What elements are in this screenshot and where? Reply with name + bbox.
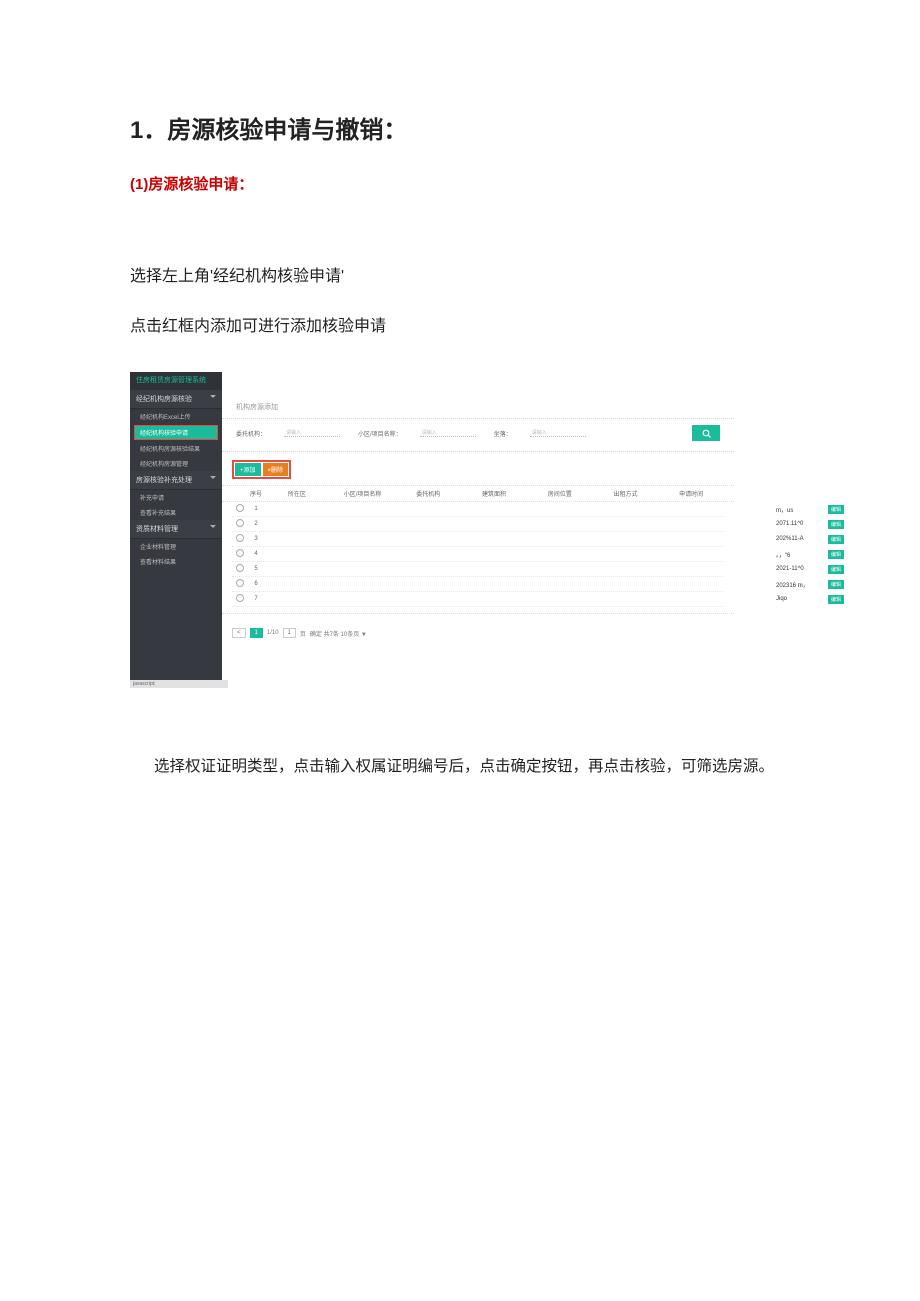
table-row: 1m，us编辑	[232, 502, 724, 517]
row-edit-button[interactable]: 编辑	[828, 595, 844, 604]
instruction-3: 选择权证证明类型，点击输入权属证明编号后，点击确定按钮，再点击核验，可筛选房源。	[130, 754, 800, 776]
chevron-down-icon	[210, 525, 216, 528]
row-edit-button[interactable]: 编辑	[828, 580, 844, 589]
sidebar-group-1[interactable]: 经纪机构房源核验	[130, 390, 222, 409]
sidebar-group-3[interactable]: 资质材料管理	[130, 520, 222, 539]
row-index: 3	[248, 536, 264, 542]
row-edit-button[interactable]: 编辑	[828, 565, 844, 574]
col-area: 建筑面积	[461, 489, 527, 498]
pager-jump: 1/10	[267, 630, 279, 636]
row-checkbox[interactable]	[232, 534, 248, 544]
col-index: 序号	[248, 489, 264, 498]
table-row: 7Jiqo编辑	[232, 592, 724, 607]
app-brand: 住房租赁房源管理系统	[130, 372, 222, 390]
sidebar: 住房租赁房源管理系统 经纪机构房源核验 经纪机构Excel上传 经纪机构核验申请…	[130, 372, 222, 688]
row-checkbox[interactable]	[232, 549, 248, 559]
table-row: 52021-11^0编辑	[232, 562, 724, 577]
sidebar-item-verify-result[interactable]: 经纪机构房源核验结果	[130, 441, 222, 456]
filter-label-address: 坐落：	[494, 429, 512, 438]
table-header: 序号 所在区 小区/项目名称 委托机构 建筑面积 房间位置 出租方式 申请时间	[222, 485, 734, 502]
chevron-down-icon	[210, 395, 216, 398]
sidebar-item-material-result[interactable]: 查看材料结果	[130, 554, 222, 569]
filter-bar: 委托机构： 请输入 小区/项目名称： 请输入 坐落： 请输入	[222, 418, 734, 452]
delete-button[interactable]: ×删除	[263, 463, 289, 476]
row-edit-button[interactable]: 编辑	[828, 535, 844, 544]
sidebar-item-corp-material[interactable]: 企业材料管理	[130, 539, 222, 554]
table-row: 22071.11^0编辑	[232, 517, 724, 532]
highlight-box: +添加 ×删除	[232, 460, 291, 479]
row-time: m，us	[776, 505, 822, 514]
table-row: 4。，“6编辑	[232, 547, 724, 562]
add-button[interactable]: +添加	[235, 463, 261, 476]
row-time: 202316 m，	[776, 580, 822, 589]
col-org: 委托机构	[395, 489, 461, 498]
sidebar-item-house-manage[interactable]: 经纪机构房源管理	[130, 456, 222, 471]
row-time: 202%11-A	[776, 536, 822, 542]
filter-label-org: 委托机构：	[236, 429, 266, 438]
sidebar-group-3-label: 资质材料管理	[136, 526, 178, 533]
row-index: 7	[248, 596, 264, 602]
chevron-down-icon	[210, 476, 216, 479]
filter-input-org[interactable]: 请输入	[284, 429, 340, 437]
row-checkbox[interactable]	[232, 594, 248, 604]
row-time: Jiqo	[776, 596, 822, 602]
sidebar-item-excel-upload[interactable]: 经纪机构Excel上传	[130, 409, 222, 424]
col-checkbox	[232, 489, 248, 498]
app-screenshot: 住房租赁房源管理系统 经纪机构房源核验 经纪机构Excel上传 经纪机构核验申请…	[130, 372, 734, 688]
row-index: 6	[248, 581, 264, 587]
pager-prev[interactable]: <	[232, 628, 246, 638]
table-body: 1m，us编辑22071.11^0编辑3202%11-A编辑4。，“6编辑520…	[222, 502, 734, 607]
search-button[interactable]	[692, 425, 720, 441]
page-heading: 1．房源核验申请与撤销：	[130, 110, 800, 145]
table-row: 3202%11-A编辑	[232, 532, 724, 547]
row-checkbox[interactable]	[232, 519, 248, 529]
row-edit-button[interactable]: 编辑	[828, 550, 844, 559]
breadcrumb: 机构房源添加	[222, 390, 734, 418]
row-time: 。，“6	[776, 550, 822, 559]
main-panel: 机构房源添加 委托机构： 请输入 小区/项目名称： 请输入 坐落： 请输入 +添…	[222, 390, 734, 688]
row-edit-button[interactable]: 编辑	[828, 505, 844, 514]
pager: < 1 1/10 1 页 确定 共7条 10条页 ▼	[222, 613, 734, 646]
col-project: 小区/项目名称	[330, 489, 396, 498]
col-district: 所在区	[264, 489, 330, 498]
row-time: 2021-11^0	[776, 566, 822, 572]
col-room: 房间位置	[527, 489, 593, 498]
section-heading: (1)房源核验申请：	[130, 173, 800, 194]
toolbar: +添加 ×删除	[222, 452, 734, 485]
row-index: 4	[248, 551, 264, 557]
sidebar-group-2-label: 房源核验补充处理	[136, 477, 192, 484]
row-index: 1	[248, 506, 264, 512]
instruction-2: 点击红框内添加可进行添加核验申请	[130, 312, 800, 336]
sidebar-group-2[interactable]: 房源核验补充处理	[130, 471, 222, 490]
search-icon	[702, 429, 711, 438]
status-bar: javascript;	[130, 680, 228, 688]
filter-input-address[interactable]: 请输入	[530, 429, 586, 437]
pager-page-1[interactable]: 1	[250, 628, 263, 638]
col-rent-type: 出租方式	[593, 489, 659, 498]
row-time: 2071.11^0	[776, 521, 822, 527]
instruction-1: 选择左上角'经纪机构核验申请'	[130, 262, 800, 286]
pager-count: 确定 共7条 10条页 ▼	[310, 629, 367, 638]
sidebar-item-supplement-apply[interactable]: 补充申请	[130, 490, 222, 505]
sidebar-group-1-label: 经纪机构房源核验	[136, 396, 192, 403]
row-checkbox[interactable]	[232, 579, 248, 589]
col-apply-time: 申请时间	[658, 489, 724, 498]
pager-of: 页	[300, 629, 306, 638]
filter-label-project: 小区/项目名称：	[358, 429, 402, 438]
sidebar-item-verify-apply[interactable]: 经纪机构核验申请	[134, 425, 218, 440]
sidebar-item-supplement-result[interactable]: 查看补充结果	[130, 505, 222, 520]
table-row: 6202316 m，编辑	[232, 577, 724, 592]
filter-input-project[interactable]: 请输入	[420, 429, 476, 437]
pager-goto-input[interactable]: 1	[283, 628, 296, 638]
row-checkbox[interactable]	[232, 564, 248, 574]
row-index: 2	[248, 521, 264, 527]
row-checkbox[interactable]	[232, 504, 248, 514]
row-edit-button[interactable]: 编辑	[828, 520, 844, 529]
row-index: 5	[248, 566, 264, 572]
